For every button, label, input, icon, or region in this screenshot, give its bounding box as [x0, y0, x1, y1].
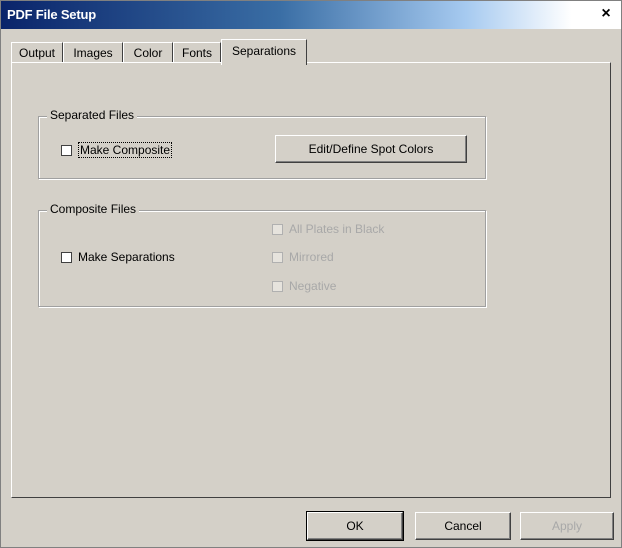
all-plates-in-black-label: All Plates in Black — [289, 222, 385, 236]
make-separations-checkbox[interactable] — [61, 251, 72, 263]
title-bar[interactable]: PDF File Setup × — [1, 1, 621, 29]
composite-files-label: Composite Files — [47, 202, 140, 216]
composite-files-group: Composite Files Make Separations All Pla… — [38, 202, 486, 307]
separated-files-label: Separated Files — [47, 108, 138, 122]
edit-define-spot-colors-button[interactable]: Edit/Define Spot Colors — [275, 135, 467, 163]
mirrored-checkbox[interactable] — [272, 251, 283, 263]
separated-files-group: Separated Files Make Composite Edit/Defi… — [38, 108, 486, 179]
mirrored-label: Mirrored — [289, 250, 334, 264]
tab-separations[interactable]: Separations — [221, 39, 307, 65]
tab-output[interactable]: Output — [11, 42, 63, 62]
all-plates-in-black-option[interactable]: All Plates in Black — [272, 221, 384, 237]
dialog-footer: OK Cancel Apply — [1, 504, 621, 547]
close-icon[interactable]: × — [597, 5, 615, 23]
negative-option[interactable]: Negative — [272, 278, 336, 294]
make-composite-label: Make Composite — [78, 142, 173, 158]
make-separations-option[interactable]: Make Separations — [61, 249, 175, 265]
separations-panel: Separated Files Make Composite Edit/Defi… — [11, 62, 611, 498]
negative-checkbox[interactable] — [272, 280, 283, 292]
ok-button[interactable]: OK — [306, 511, 404, 541]
dialog-title: PDF File Setup — [7, 7, 96, 22]
cancel-button[interactable]: Cancel — [415, 512, 511, 540]
tab-color[interactable]: Color — [123, 42, 173, 62]
make-separations-label: Make Separations — [78, 250, 175, 264]
tab-fonts[interactable]: Fonts — [173, 42, 221, 62]
pdf-file-setup-dialog: PDF File Setup × Output Images Color Fon… — [0, 0, 622, 548]
make-composite-checkbox[interactable] — [61, 144, 72, 156]
all-plates-in-black-checkbox[interactable] — [272, 223, 283, 235]
apply-button[interactable]: Apply — [520, 512, 614, 540]
tab-images[interactable]: Images — [63, 42, 123, 62]
mirrored-option[interactable]: Mirrored — [272, 249, 334, 265]
make-composite-option[interactable]: Make Composite — [61, 142, 173, 158]
negative-label: Negative — [289, 279, 337, 293]
